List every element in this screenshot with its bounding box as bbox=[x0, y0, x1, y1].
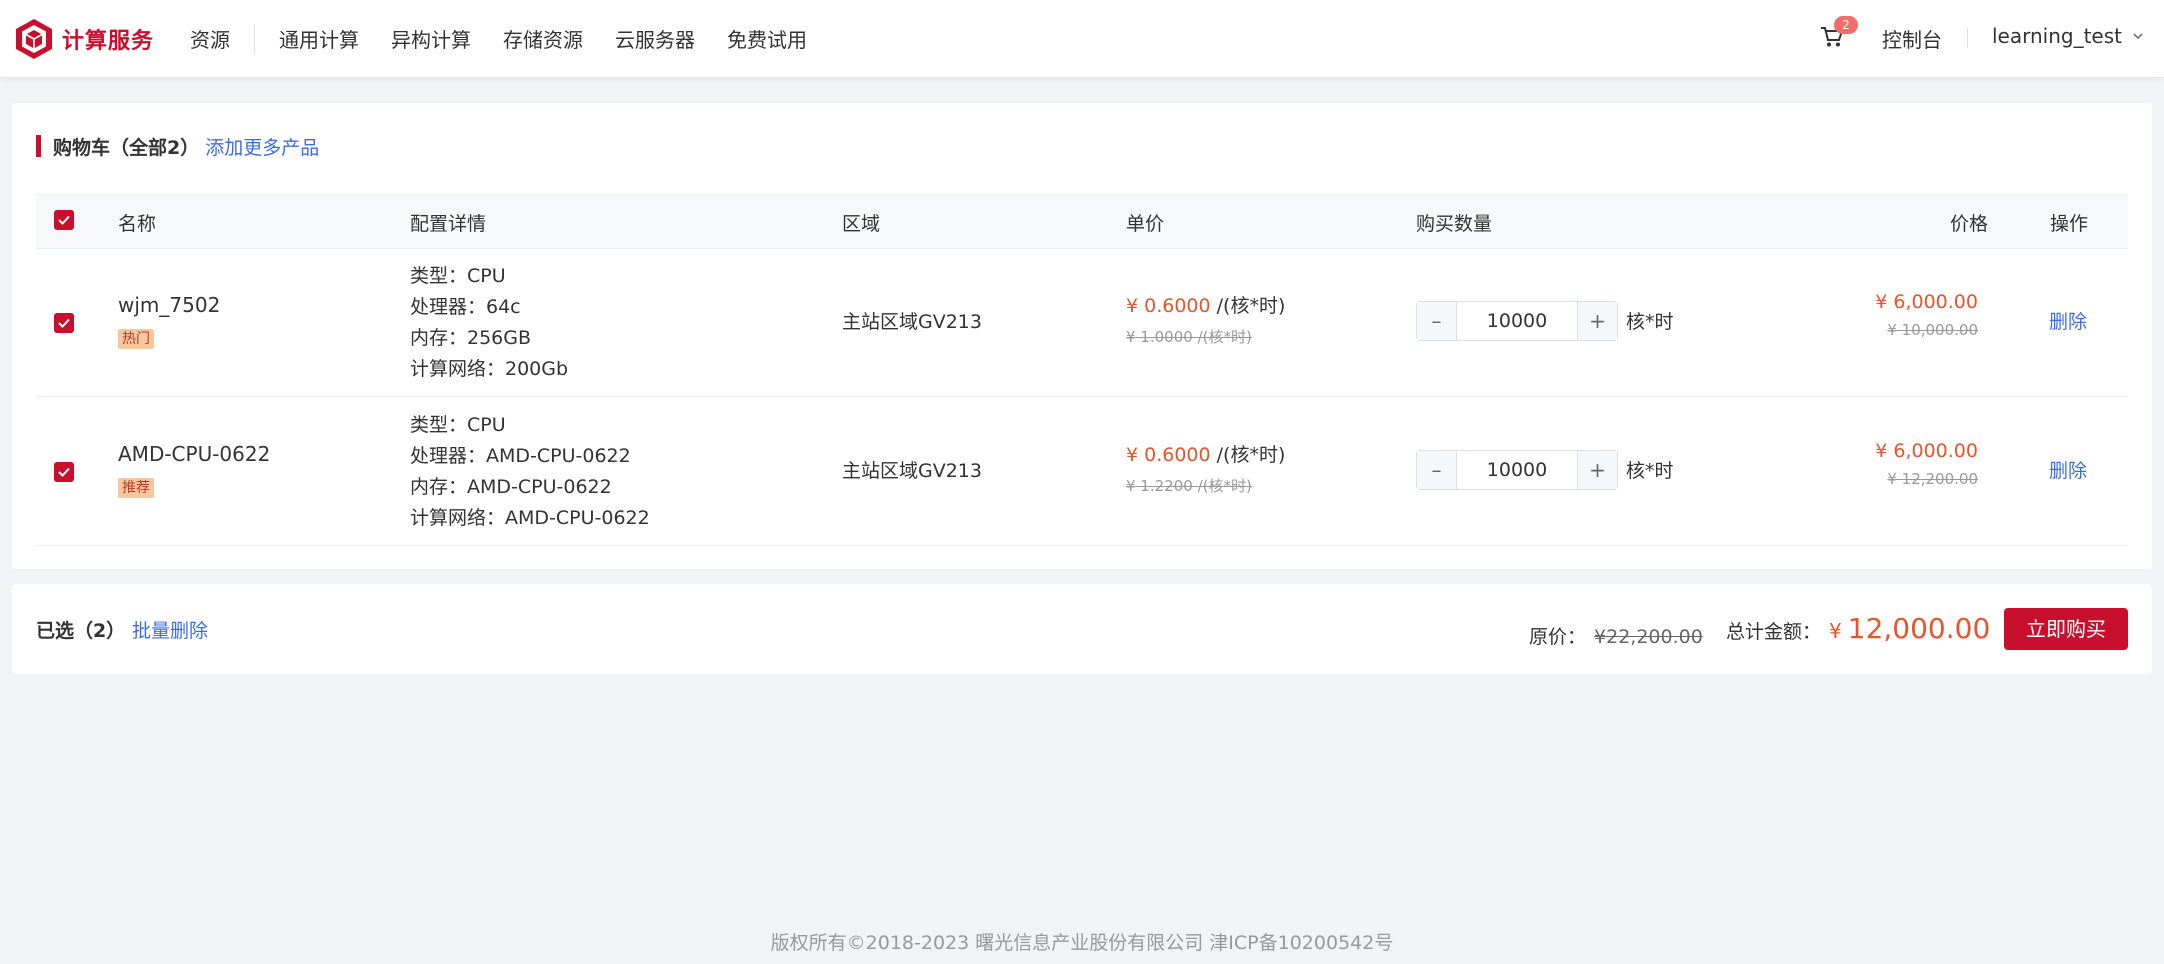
config-memory: 内存：AMD-CPU-0622 bbox=[410, 476, 612, 498]
row-price: ¥ 6,000.00 ¥ 10,000.00 bbox=[1875, 291, 1978, 339]
row-price: ¥ 6,000.00 ¥ 12,200.00 bbox=[1875, 440, 1978, 488]
buy-now-button[interactable]: 立即购买 bbox=[2004, 608, 2128, 650]
increment-button[interactable]: + bbox=[1577, 302, 1617, 340]
grand-total: 总计金额： ¥ 12,000.00 bbox=[1726, 612, 1990, 645]
col-price: 价格 bbox=[1950, 213, 1989, 235]
unit-price-current: ¥ 0.6000 bbox=[1126, 444, 1211, 466]
col-action: 操作 bbox=[2050, 213, 2089, 235]
decrement-button[interactable]: – bbox=[1417, 302, 1457, 340]
main-nav: 资源 通用计算 异构计算 存储资源 云服务器 免费试用 bbox=[190, 0, 807, 77]
unit-price-original: ¥ 1.0000 /(核*时) bbox=[1126, 328, 1252, 346]
console-link[interactable]: 控制台 bbox=[1882, 24, 1942, 53]
nav-item-free-trial[interactable]: 免费试用 bbox=[727, 24, 807, 53]
row-checkbox[interactable] bbox=[54, 462, 74, 482]
config-processor: 处理器：64c bbox=[410, 296, 521, 318]
quantity-unit: 核*时 bbox=[1626, 460, 1674, 482]
quantity-input[interactable] bbox=[1457, 302, 1577, 340]
logo[interactable]: 计算服务 bbox=[14, 17, 154, 61]
grand-total-label: 总计金额： bbox=[1726, 621, 1822, 643]
add-more-products-link[interactable]: 添加更多产品 bbox=[205, 133, 319, 160]
header-right: 2 控制台 learning_test bbox=[1804, 0, 2164, 77]
checkout-bar: 已选（2） 批量删除 原价： ¥22,200.00 总计金额： ¥ 12,000.… bbox=[12, 584, 2152, 674]
col-unit-price: 单价 bbox=[1126, 213, 1165, 235]
row-checkbox[interactable] bbox=[54, 313, 74, 333]
checkmark-icon bbox=[58, 318, 70, 328]
decrement-button[interactable]: – bbox=[1417, 451, 1457, 489]
cart-count-badge: 2 bbox=[1834, 16, 1858, 34]
original-total-value: ¥22,200.00 bbox=[1594, 626, 1703, 648]
select-all-checkbox[interactable] bbox=[54, 210, 74, 230]
header-divider bbox=[1967, 28, 1968, 48]
chevron-down-icon bbox=[2133, 33, 2143, 40]
col-region: 区域 bbox=[842, 213, 881, 235]
config-type: 类型：CPU bbox=[410, 265, 506, 287]
quantity-stepper: – + bbox=[1416, 301, 1618, 341]
config-network: 计算网络：AMD-CPU-0622 bbox=[410, 507, 650, 529]
nav-item-general-compute[interactable]: 通用计算 bbox=[279, 24, 359, 53]
price-original: ¥ 10,000.00 bbox=[1887, 321, 1978, 339]
price-current: ¥ 6,000.00 bbox=[1875, 291, 1978, 313]
col-name: 名称 bbox=[118, 213, 157, 235]
unit-price: ¥ 0.6000 /(核*时) ¥ 1.2200 /(核*时) bbox=[1126, 440, 1285, 496]
unit-price: ¥ 0.6000 /(核*时) ¥ 1.0000 /(核*时) bbox=[1126, 291, 1285, 347]
delete-button[interactable]: 删除 bbox=[2049, 307, 2087, 334]
table-header: 名称 配置详情 区域 单价 购买数量 价格 操作 bbox=[36, 193, 2128, 249]
nav-item-cloud-server[interactable]: 云服务器 bbox=[615, 24, 695, 53]
checkmark-icon bbox=[58, 215, 70, 225]
region: 主站区域GV213 bbox=[842, 311, 982, 333]
config-type: 类型：CPU bbox=[410, 414, 506, 436]
selected-count: 已选（2） bbox=[36, 620, 126, 642]
cart-panel: 购物车（全部2） 添加更多产品 名称 配置详情 区域 单价 购买数量 价格 操作… bbox=[12, 103, 2152, 569]
nav-item-resources[interactable]: 资源 bbox=[190, 24, 255, 53]
delete-button[interactable]: 删除 bbox=[2049, 456, 2087, 483]
cart-row: AMD-CPU-0622 推荐 类型：CPU 处理器：AMD-CPU-0622 … bbox=[36, 398, 2128, 546]
logo-text: 计算服务 bbox=[62, 29, 155, 54]
unit-price-original: ¥ 1.2200 /(核*时) bbox=[1126, 477, 1252, 495]
quantity-stepper: – + bbox=[1416, 450, 1618, 490]
config-processor: 处理器：AMD-CPU-0622 bbox=[410, 445, 631, 467]
product-name: AMD-CPU-0622 bbox=[118, 442, 271, 466]
copyright: 版权所有©2018-2023 曙光信息产业股份有限公司 津ICP备1020054… bbox=[770, 932, 1394, 954]
cube-logo-icon bbox=[16, 19, 52, 59]
nav-item-storage[interactable]: 存储资源 bbox=[503, 24, 583, 53]
recommended-tag: 推荐 bbox=[118, 478, 154, 498]
col-quantity: 购买数量 bbox=[1416, 213, 1493, 235]
quantity-input[interactable] bbox=[1457, 451, 1577, 489]
cart-row: wjm_7502 热门 类型：CPU 处理器：64c 内存：256GB 计算网络… bbox=[36, 249, 2128, 397]
checkmark-icon bbox=[58, 467, 70, 477]
original-total-label: 原价： bbox=[1529, 626, 1587, 648]
unit-price-suffix: /(核*时) bbox=[1216, 444, 1286, 466]
price-current: ¥ 6,000.00 bbox=[1875, 440, 1978, 462]
nav-item-heterogeneous-compute[interactable]: 异构计算 bbox=[391, 24, 471, 53]
config-memory: 内存：256GB bbox=[410, 327, 532, 349]
hot-tag: 热门 bbox=[118, 329, 154, 349]
config-network: 计算网络：200Gb bbox=[410, 358, 569, 380]
top-header: 计算服务 资源 通用计算 异构计算 存储资源 云服务器 免费试用 2 控制台 l… bbox=[0, 0, 2164, 77]
unit-price-current: ¥ 0.6000 bbox=[1126, 295, 1211, 317]
quantity-unit: 核*时 bbox=[1626, 311, 1674, 333]
region: 主站区域GV213 bbox=[842, 460, 982, 482]
grand-total-value: 12,000.00 bbox=[1847, 612, 1991, 645]
config-details: 类型：CPU 处理器：64c 内存：256GB 计算网络：200Gb bbox=[410, 261, 568, 385]
cart-title-text: 购物车（全部2） bbox=[53, 136, 200, 159]
col-config: 配置详情 bbox=[410, 213, 487, 235]
username: learning_test bbox=[1992, 24, 2122, 48]
grand-total-currency: ¥ bbox=[1829, 619, 1842, 643]
original-total: 原价： ¥22,200.00 bbox=[1529, 622, 1703, 649]
product-name: wjm_7502 bbox=[118, 293, 221, 317]
batch-delete-link[interactable]: 批量删除 bbox=[132, 616, 208, 643]
config-details: 类型：CPU 处理器：AMD-CPU-0622 内存：AMD-CPU-0622 … bbox=[410, 410, 650, 534]
increment-button[interactable]: + bbox=[1577, 451, 1617, 489]
cart-title: 购物车（全部2） 添加更多产品 bbox=[36, 133, 319, 160]
unit-price-suffix: /(核*时) bbox=[1216, 295, 1286, 317]
price-original: ¥ 12,200.00 bbox=[1887, 470, 1978, 488]
title-accent-bar bbox=[36, 135, 41, 157]
user-menu[interactable]: learning_test bbox=[1992, 24, 2144, 48]
